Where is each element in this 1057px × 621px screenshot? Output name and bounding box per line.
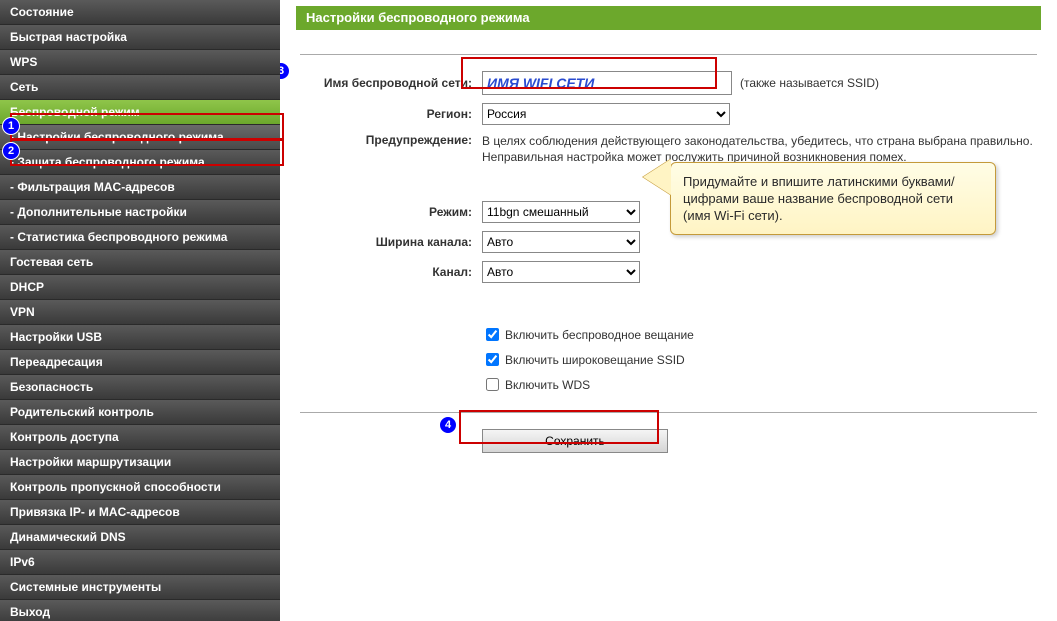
sidebar-item-guest[interactable]: Гостевая сеть [0,250,280,275]
sidebar-item-wps[interactable]: WPS [0,50,280,75]
sidebar-item-wireless-settings[interactable]: - Настройки беспроводного режима [0,125,280,150]
sidebar: Состояние Быстрая настройка WPS Сеть Бес… [0,0,280,621]
sidebar-item-parental[interactable]: Родительский контроль [0,400,280,425]
badge-2: 2 [2,142,20,160]
wds-checkbox[interactable] [486,378,499,391]
sidebar-item-wireless-mac[interactable]: - Фильтрация MAC-адресов [0,175,280,200]
sidebar-item-ipmac[interactable]: Привязка IP- и MAC-адресов [0,500,280,525]
width-select[interactable]: Авто [482,231,640,253]
page-title: Настройки беспроводного режима [296,6,1041,30]
sidebar-item-security[interactable]: Безопасность [0,375,280,400]
sidebar-item-access[interactable]: Контроль доступа [0,425,280,450]
sidebar-item-routing[interactable]: Настройки маршрутизации [0,450,280,475]
tooltip: Придумайте и впишите латинскими буквами/… [670,162,996,235]
sidebar-item-wireless[interactable]: Беспроводной режим [0,100,280,125]
broadcast-checkbox[interactable] [486,328,499,341]
ssid-broadcast-label: Включить широковещание SSID [505,353,685,367]
sidebar-item-dhcp[interactable]: DHCP [0,275,280,300]
sidebar-item-vpn[interactable]: VPN [0,300,280,325]
label-region: Регион: [300,107,482,121]
wds-label: Включить WDS [505,378,590,392]
region-select[interactable]: Россия [482,103,730,125]
sidebar-item-network[interactable]: Сеть [0,75,280,100]
sidebar-item-bandwidth[interactable]: Контроль пропускной способности [0,475,280,500]
badge-1: 1 [2,117,20,135]
sidebar-item-ddns[interactable]: Динамический DNS [0,525,280,550]
label-ssid: Имя беспроводной сети: [300,76,482,90]
sidebar-item-systools[interactable]: Системные инструменты [0,575,280,600]
sidebar-item-forwarding[interactable]: Переадресация [0,350,280,375]
label-channel: Канал: [300,265,482,279]
sidebar-item-usb[interactable]: Настройки USB [0,325,280,350]
sidebar-item-wireless-stats[interactable]: - Статистика беспроводного режима [0,225,280,250]
sidebar-item-ipv6[interactable]: IPv6 [0,550,280,575]
broadcast-label: Включить беспроводное вещание [505,328,694,342]
sidebar-item-quicksetup[interactable]: Быстрая настройка [0,25,280,50]
sidebar-item-wireless-security[interactable]: - Защита беспроводного режима [0,150,280,175]
label-mode: Режим: [300,205,482,219]
label-warning: Предупреждение: [300,133,482,147]
channel-select[interactable]: Авто [482,261,640,283]
save-button[interactable]: Сохранить [482,429,668,453]
ssid-input[interactable] [482,71,732,95]
label-width: Ширина канала: [300,235,482,249]
mode-select[interactable]: 11bgn смешанный [482,201,640,223]
badge-4: 4 [439,416,457,434]
main-panel: Настройки беспроводного режима Имя беспр… [280,0,1057,621]
ssid-hint: (также называется SSID) [740,76,879,90]
warning-text: В целях соблюдения действующего законода… [482,133,1037,165]
sidebar-item-wireless-advanced[interactable]: - Дополнительные настройки [0,200,280,225]
ssid-broadcast-checkbox[interactable] [486,353,499,366]
sidebar-item-status[interactable]: Состояние [0,0,280,25]
sidebar-item-logout[interactable]: Выход [0,600,280,621]
